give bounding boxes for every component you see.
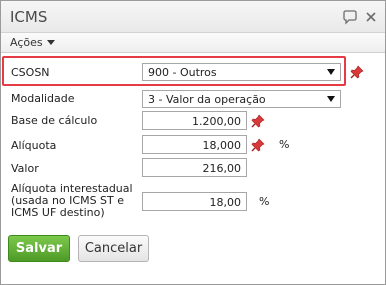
- aliquota-input[interactable]: [142, 135, 247, 154]
- base-calculo-input[interactable]: [142, 111, 247, 130]
- chevron-down-icon: [46, 40, 55, 45]
- valor-input[interactable]: [142, 158, 247, 177]
- aliquota-label: Alíquota: [11, 139, 57, 152]
- actions-menu-label: Ações: [10, 36, 43, 49]
- chevron-down-icon: [327, 96, 335, 102]
- save-button[interactable]: Salvar: [8, 235, 70, 262]
- base-calculo-label: Base de cálculo: [11, 114, 98, 127]
- title-bar: ICMS: [1, 1, 385, 33]
- aliquota-percent-unit: %: [279, 138, 290, 151]
- csosn-value: 900 - Outros: [148, 66, 217, 79]
- dialog-title: ICMS: [10, 8, 48, 26]
- comment-icon[interactable]: [342, 9, 358, 25]
- pin-icon[interactable]: [251, 114, 265, 128]
- modalidade-value: 3 - Valor da operação: [148, 93, 266, 106]
- modalidade-label: Modalidade: [11, 92, 75, 105]
- cancel-button[interactable]: Cancelar: [78, 235, 149, 262]
- actions-menu[interactable]: Ações: [10, 36, 55, 49]
- valor-label: Valor: [11, 162, 39, 175]
- aliquota-interestadual-percent-unit: %: [259, 195, 270, 208]
- actions-toolbar: Ações: [1, 33, 385, 53]
- close-icon[interactable]: [363, 9, 379, 25]
- aliquota-interestadual-label: Alíquota interestadual (usada no ICMS ST…: [11, 183, 133, 219]
- aliquota-interestadual-input[interactable]: [142, 192, 247, 211]
- aliquota-interestadual-label-line3: ICMS UF destino): [11, 206, 105, 219]
- csosn-select[interactable]: 900 - Outros: [142, 63, 341, 81]
- chevron-down-icon: [327, 69, 335, 75]
- csosn-label: CSOSN: [11, 66, 50, 79]
- pin-icon[interactable]: [350, 65, 364, 79]
- pin-icon[interactable]: [251, 138, 265, 152]
- modalidade-select[interactable]: 3 - Valor da operação: [142, 90, 341, 108]
- icms-dialog: ICMS Ações CSOSN 900 - Outros Modalidade: [0, 0, 386, 285]
